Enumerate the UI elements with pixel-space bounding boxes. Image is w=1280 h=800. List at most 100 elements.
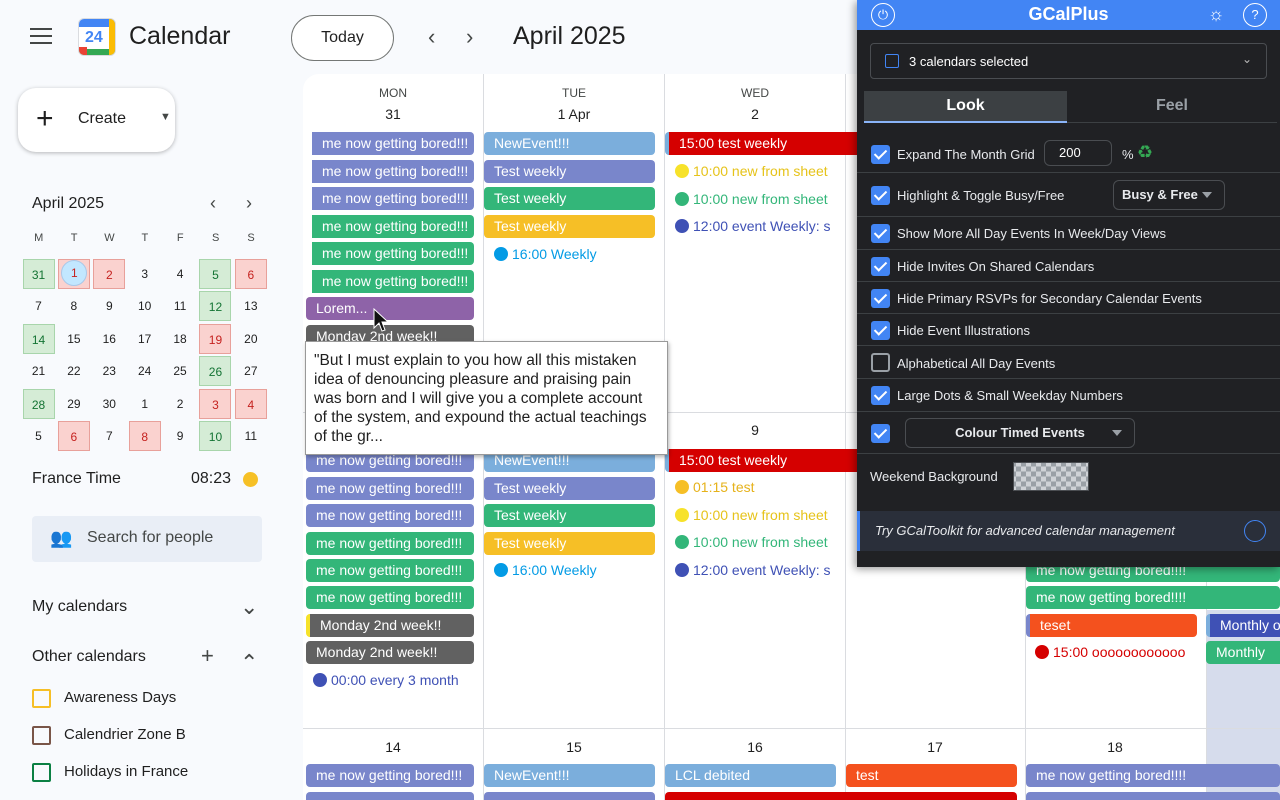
mini-day[interactable]: 2 (163, 388, 198, 421)
mini-day[interactable]: 15 (56, 323, 91, 356)
tab-look[interactable]: Look (864, 91, 1067, 123)
mini-day[interactable]: 29 (56, 388, 91, 421)
option-checkbox[interactable] (871, 424, 890, 443)
mini-day[interactable]: 14 (21, 323, 56, 356)
timed-event[interactable]: 15:00 oooooooooooo (1035, 642, 1200, 662)
event-chip[interactable]: me now getting bored!!! (312, 242, 474, 265)
mini-day[interactable]: 6 (56, 420, 91, 453)
event-chip[interactable]: me now getting bored!!! (312, 160, 474, 183)
event-chip[interactable]: Monday 2nd week!! (306, 614, 474, 637)
event-chip[interactable]: 15:00 test weekly (665, 132, 865, 155)
mini-day[interactable]: 9 (163, 420, 198, 453)
next-period-icon[interactable]: › (466, 24, 473, 50)
date-number[interactable]: 15 (484, 739, 664, 755)
mini-day[interactable]: 22 (56, 355, 91, 388)
event-chip[interactable]: me now getting bored!!! (306, 532, 474, 555)
date-number[interactable]: 2 (665, 106, 845, 122)
mini-day[interactable]: 1 (127, 388, 162, 421)
colour-timed-select[interactable]: Colour Timed Events (905, 418, 1135, 448)
mini-prev-icon[interactable]: ‹ (210, 193, 216, 214)
event-chip[interactable] (484, 792, 655, 800)
event-chip[interactable]: NewEvent!!! (484, 764, 655, 787)
mini-day[interactable]: 2 (92, 258, 127, 291)
mini-next-icon[interactable]: › (246, 193, 252, 214)
mini-day[interactable]: 12 (198, 290, 233, 323)
today-button[interactable]: Today (291, 15, 394, 61)
weekend-background-swatch[interactable] (1013, 462, 1089, 491)
mini-day[interactable]: 26 (198, 355, 233, 388)
help-icon[interactable]: ? (1243, 3, 1267, 27)
timed-event[interactable]: 10:00 new from sheet (675, 161, 835, 181)
globe-icon[interactable] (1244, 520, 1266, 542)
event-chip[interactable]: me now getting bored!!! (306, 477, 474, 500)
mini-day[interactable]: 5 (21, 420, 56, 453)
timed-event[interactable]: 10:00 new from sheet (675, 532, 835, 552)
mini-day[interactable]: 6 (233, 258, 268, 291)
event-chip[interactable]: me now getting bored!!!! (1026, 586, 1280, 609)
event-chip[interactable]: Test weekly (484, 532, 655, 555)
date-number[interactable]: 14 (303, 739, 483, 755)
mini-day[interactable]: 10 (127, 290, 162, 323)
event-chip[interactable] (665, 792, 1017, 800)
event-chip[interactable]: me now getting bored!!!! (1026, 764, 1280, 787)
mini-day[interactable]: 17 (127, 323, 162, 356)
timed-event[interactable]: 10:00 new from sheet (675, 189, 835, 209)
mini-day[interactable]: 28 (21, 388, 56, 421)
add-calendar-icon[interactable]: + (201, 643, 214, 669)
tab-feel[interactable]: Feel (1067, 91, 1277, 123)
timed-event[interactable]: 12:00 event Weekly: s (675, 560, 835, 580)
event-chip[interactable]: Test weekly (484, 477, 655, 500)
event-chip[interactable]: Test weekly (484, 215, 655, 238)
date-number[interactable]: 9 (665, 422, 845, 438)
theme-sun-icon[interactable]: ☼ (1204, 3, 1228, 27)
mini-day[interactable]: 20 (233, 323, 268, 356)
event-chip[interactable]: me now getting bored!!! (312, 270, 474, 293)
event-chip[interactable]: Monthly o (1206, 614, 1280, 637)
mini-day[interactable]: 21 (21, 355, 56, 388)
mini-day[interactable]: 4 (233, 388, 268, 421)
mini-day-today[interactable]: 1 (56, 258, 91, 291)
search-people-input[interactable]: 👥 Search for people (32, 516, 262, 562)
mini-day[interactable]: 11 (163, 290, 198, 323)
recycle-icon[interactable]: ♻ (1137, 142, 1153, 163)
calendar-logo-icon[interactable]: 24 (78, 18, 116, 56)
mini-day[interactable]: 27 (233, 355, 268, 388)
event-chip[interactable]: NewEvent!!! (484, 132, 655, 155)
event-chip[interactable]: Lorem... (306, 297, 474, 320)
event-chip[interactable]: Test weekly (484, 187, 655, 210)
mini-day[interactable]: 23 (92, 355, 127, 388)
calendar-selector[interactable]: 3 calendars selected ⌄ (870, 43, 1267, 79)
timed-event[interactable]: 16:00 Weekly (494, 560, 654, 580)
mini-day[interactable]: 16 (92, 323, 127, 356)
option-checkbox[interactable] (871, 386, 890, 405)
option-checkbox[interactable] (871, 289, 890, 308)
mini-day[interactable]: 8 (127, 420, 162, 453)
event-chip[interactable]: me now getting bored!!! (306, 764, 474, 787)
option-checkbox[interactable] (871, 321, 890, 340)
timed-event[interactable]: 00:00 every 3 month (313, 670, 478, 690)
previous-period-icon[interactable]: ‹ (428, 24, 435, 50)
event-chip[interactable]: me now getting bored!!! (312, 132, 474, 155)
event-chip[interactable]: me now getting bored!!! (306, 586, 474, 609)
event-chip[interactable]: me now getting bored!!! (312, 215, 474, 238)
promo-banner[interactable]: Try GCalToolkit for advanced calendar ma… (857, 511, 1280, 551)
mini-day[interactable]: 3 (127, 258, 162, 291)
option-checkbox[interactable] (871, 224, 890, 243)
create-button[interactable]: + Create ▼ (18, 88, 175, 152)
event-chip[interactable]: Monday 2nd week!! (306, 641, 474, 664)
main-menu-icon[interactable] (30, 28, 52, 46)
event-chip[interactable]: teset (1026, 614, 1197, 637)
event-chip[interactable]: me now getting bored!!! (312, 187, 474, 210)
event-chip[interactable]: test (846, 764, 1017, 787)
chevron-up-icon[interactable]: ⌃ (240, 650, 258, 676)
mini-day[interactable]: 4 (163, 258, 198, 291)
mini-day[interactable]: 7 (92, 420, 127, 453)
date-number[interactable]: 16 (665, 739, 845, 755)
busy-free-select[interactable]: Busy & Free (1113, 180, 1225, 210)
chevron-down-icon[interactable]: ⌄ (240, 594, 258, 620)
mini-day[interactable]: 18 (163, 323, 198, 356)
mini-day[interactable]: 10 (198, 420, 233, 453)
date-number[interactable]: 17 (845, 739, 1025, 755)
mini-day[interactable]: 5 (198, 258, 233, 291)
mini-day[interactable]: 30 (92, 388, 127, 421)
